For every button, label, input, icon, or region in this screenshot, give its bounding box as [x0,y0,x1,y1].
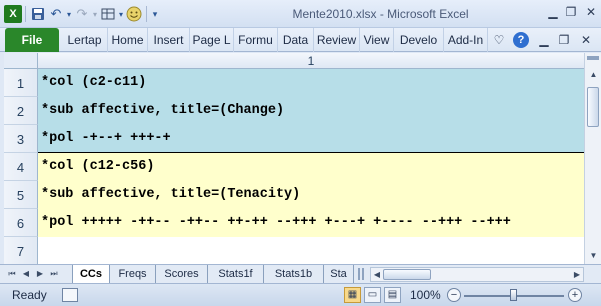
scroll-up-icon[interactable]: ▲ [586,67,601,82]
cell-row-2[interactable]: *sub affective, title=(Change) [38,97,584,125]
column-header-1[interactable]: 1 [38,53,584,69]
next-sheet-icon[interactable]: ▶ [34,268,46,280]
status-bar: Ready ▦ ▭ ▤ 100% − + [0,283,601,306]
row-header-6[interactable]: 6 [4,209,38,237]
tab-add-ins[interactable]: Add-In [444,28,488,52]
scroll-left-icon[interactable]: ◀ [371,268,383,281]
title-bar: X ↶ ▾ ↷ ▾ ▾ ▾ Mente2010.xlsx - Microsoft… [0,0,601,28]
sheet-tab-freqs[interactable]: Freqs [110,265,156,283]
cell-row-6[interactable]: *pol +++++ -++-- -++-- ++-++ --+++ +---+… [38,209,584,237]
sheet-tab-stats1b[interactable]: Stats1b [264,265,324,283]
tab-split-handle[interactable] [358,268,364,280]
tab-formulas[interactable]: Formu [234,28,278,52]
horizontal-scrollbar[interactable]: ◀ ▶ [370,267,584,282]
restore-window-icon[interactable]: ❐ [563,5,579,19]
row-header-7[interactable]: 7 [4,237,38,264]
status-ready: Ready [12,288,47,302]
window-title: Mente2010.xlsx - Microsoft Excel [0,7,601,21]
row-header-4[interactable]: 4 [4,153,38,181]
cell-row-7[interactable] [38,237,584,264]
normal-view-icon[interactable]: ▦ [344,287,361,303]
sheet-tab-stats1f[interactable]: Stats1f [208,265,264,283]
ribbon-tab-bar: File Lertap Home Insert Page L Formu Dat… [0,28,601,52]
tab-review[interactable]: Review [314,28,360,52]
zoom-level[interactable]: 100% [410,288,441,302]
select-all-corner[interactable] [4,53,38,69]
scroll-right-icon[interactable]: ▶ [571,268,583,281]
tab-lertap[interactable]: Lertap [62,28,108,52]
row-header-5[interactable]: 5 [4,181,38,209]
tab-insert[interactable]: Insert [148,28,190,52]
tab-data[interactable]: Data [278,28,314,52]
help-icon[interactable]: ? [513,32,529,48]
workbook-restore-icon[interactable]: ❐ [555,32,573,48]
sheet-tab-sta[interactable]: Sta [324,265,354,283]
row-header-3[interactable]: 3 [4,125,38,153]
zoom-slider-thumb[interactable] [510,289,517,301]
window-title-text: Mente2010.xlsx - Microsoft Excel [292,7,469,21]
cell-row-4[interactable]: *col (c12-c56) [38,153,584,181]
worksheet-grid[interactable]: 1 1 *col (c2-c11) 2 *sub affective, titl… [4,53,584,264]
tab-page-layout[interactable]: Page L [190,28,234,52]
tab-home[interactable]: Home [108,28,148,52]
minimize-ribbon-icon[interactable]: ♡ [490,32,508,48]
cell-row-1[interactable]: *col (c2-c11) [38,69,584,97]
workbook-close-icon[interactable]: ✕ [577,32,595,48]
row-header-2[interactable]: 2 [4,97,38,125]
zoom-in-icon[interactable]: + [568,288,582,302]
row-header-1[interactable]: 1 [4,69,38,97]
last-sheet-icon[interactable]: ⏭ [48,268,60,280]
cell-row-3[interactable]: *pol -+--+ +++-+ [38,125,584,153]
page-layout-view-icon[interactable]: ▭ [364,287,381,303]
tab-developer[interactable]: Develo [394,28,444,52]
page-break-view-icon[interactable]: ▤ [384,287,401,303]
sheet-tab-scores[interactable]: Scores [156,265,208,283]
split-handle[interactable] [587,56,599,60]
macro-record-icon[interactable] [62,288,78,302]
cell-row-5[interactable]: *sub affective, title=(Tenacity) [38,181,584,209]
vertical-scroll-thumb[interactable] [587,87,599,127]
sheet-tab-bar: ⏮ ◀ ▶ ⏭ CCs Freqs Scores Stats1f Stats1b… [0,264,601,283]
help-icon-wrap[interactable]: ? [512,32,530,48]
first-sheet-icon[interactable]: ⏮ [6,268,18,280]
prev-sheet-icon[interactable]: ◀ [20,268,32,280]
scroll-down-icon[interactable]: ▼ [586,248,601,263]
workbook-minimize-icon[interactable]: ▁ [535,32,553,48]
close-window-icon[interactable]: ✕ [583,5,599,19]
vertical-scrollbar[interactable]: ▲ ▼ [584,53,601,264]
tab-view[interactable]: View [360,28,394,52]
file-tab[interactable]: File [5,28,59,52]
group-divider [38,152,584,153]
horizontal-scroll-thumb[interactable] [383,269,431,280]
minimize-window-icon[interactable]: ▁ [545,5,561,19]
zoom-out-icon[interactable]: − [447,288,461,302]
sheet-tab-ccs[interactable]: CCs [72,265,110,283]
